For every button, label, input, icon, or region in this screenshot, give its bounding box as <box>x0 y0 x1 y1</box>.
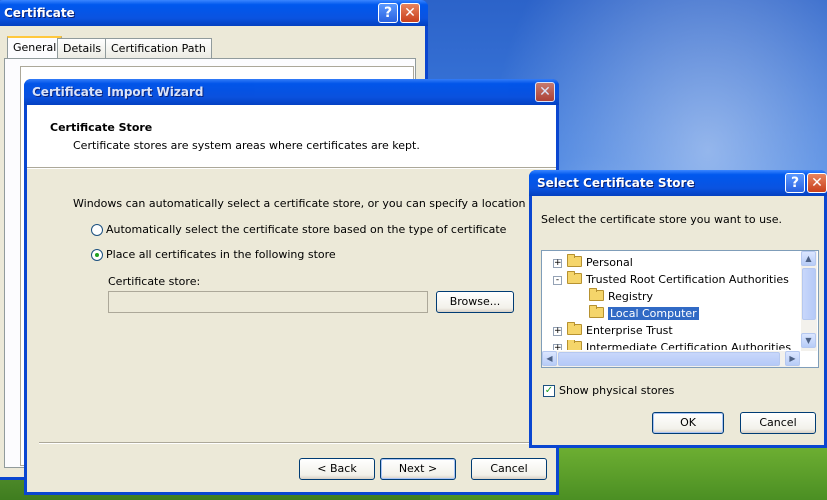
import-wizard-window[interactable]: Certificate Import Wizard ✕ Certificate … <box>24 79 559 495</box>
show-physical-label[interactable]: Show physical stores <box>559 384 674 397</box>
select-store-cancel-button[interactable]: Cancel <box>740 412 816 434</box>
header-separator <box>27 167 556 169</box>
scroll-right-icon[interactable]: ▶ <box>785 351 800 366</box>
close-icon[interactable]: ✕ <box>400 3 420 23</box>
next-button[interactable]: Next > <box>380 458 456 480</box>
certificate-titlebar[interactable]: Certificate ? ✕ <box>0 0 428 26</box>
tab-details[interactable]: Details <box>57 38 108 58</box>
tree-item-registry[interactable]: Registry <box>589 288 653 305</box>
wizard-header-band <box>27 105 556 167</box>
tab-certification-path[interactable]: Certification Path <box>105 38 212 58</box>
select-store-title: Select Certificate Store <box>537 176 695 190</box>
tree-expander-trusted-root[interactable]: - <box>553 276 562 285</box>
folder-icon <box>567 340 582 350</box>
certificate-store-field <box>108 291 428 313</box>
select-store-titlebar[interactable]: Select Certificate Store ? ✕ <box>529 170 827 196</box>
close-icon[interactable]: ✕ <box>535 82 555 102</box>
folder-icon <box>589 288 604 301</box>
back-button[interactable]: < Back <box>299 458 375 480</box>
folder-icon <box>567 254 582 267</box>
tree-item-personal[interactable]: Personal <box>567 254 633 271</box>
wizard-cancel-button[interactable]: Cancel <box>471 458 547 480</box>
wizard-intro-text: Windows can automatically select a certi… <box>73 197 545 210</box>
ok-button[interactable]: OK <box>652 412 724 434</box>
certificate-store-label: Certificate store: <box>108 275 201 288</box>
tree-item-trusted-root[interactable]: Trusted Root Certification Authorities <box>567 271 789 288</box>
radio-place-in-store-label[interactable]: Place all certificates in the following … <box>106 248 336 261</box>
show-physical-checkbox[interactable]: ✓ <box>543 385 555 397</box>
scroll-down-icon[interactable]: ▼ <box>801 333 816 348</box>
wizard-titlebar[interactable]: Certificate Import Wizard ✕ <box>24 79 559 105</box>
wizard-title: Certificate Import Wizard <box>32 85 204 99</box>
tree-item-intermediate[interactable]: Intermediate Certification Authorities <box>567 340 791 350</box>
tree-item-local-computer[interactable]: Local Computer <box>589 305 700 322</box>
help-icon[interactable]: ? <box>785 173 805 193</box>
certificate-title: Certificate <box>4 6 75 20</box>
wizard-header-title: Certificate Store <box>50 121 153 134</box>
folder-icon <box>589 305 604 318</box>
select-store-prompt: Select the certificate store you want to… <box>541 213 783 226</box>
tab-general[interactable]: General <box>7 36 63 59</box>
wizard-header-desc: Certificate stores are system areas wher… <box>73 139 420 152</box>
folder-icon <box>567 322 582 335</box>
help-icon[interactable]: ? <box>378 3 398 23</box>
tree-item-enterprise-trust[interactable]: Enterprise Trust <box>567 322 673 339</box>
tree-expander-intermediate[interactable]: + <box>553 344 562 350</box>
browse-button[interactable]: Browse... <box>436 291 514 313</box>
footer-separator <box>39 442 544 444</box>
radio-place-in-store[interactable] <box>91 249 103 261</box>
close-icon[interactable]: ✕ <box>807 173 827 193</box>
folder-open-icon <box>567 271 582 284</box>
tree-clip: + Intermediate Certification Authorities <box>544 340 800 350</box>
scroll-left-icon[interactable]: ◀ <box>542 351 557 366</box>
radio-auto-select-label[interactable]: Automatically select the certificate sto… <box>106 223 506 236</box>
scroll-up-icon[interactable]: ▲ <box>801 251 816 266</box>
scroll-thumb-vertical[interactable] <box>802 268 816 320</box>
tree-expander-personal[interactable]: + <box>553 259 562 268</box>
scroll-thumb-horizontal[interactable] <box>558 352 780 366</box>
tree-expander-enterprise-trust[interactable]: + <box>553 327 562 336</box>
radio-auto-select[interactable] <box>91 224 103 236</box>
